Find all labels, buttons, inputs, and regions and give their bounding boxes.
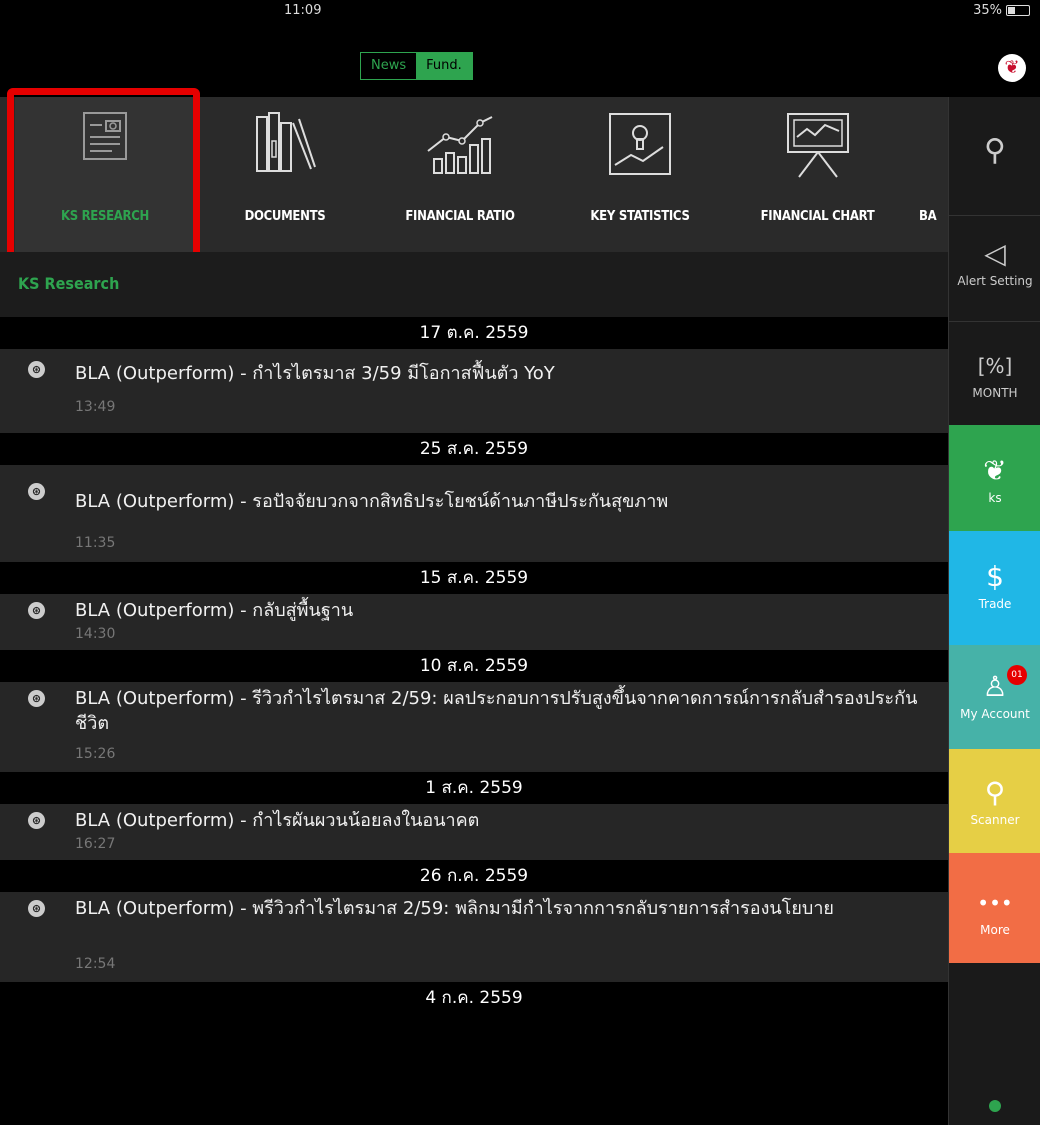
ks-logo-icon: ❦ [983, 454, 1007, 487]
toolbar-item-documents[interactable]: DOCUMENTS [205, 97, 365, 252]
battery-percent: 35% [973, 3, 1002, 18]
list-item[interactable]: ⊛ BLA (Outperform) - พรีวิวกำไรไตรมาส 2/… [0, 892, 948, 982]
toolbar-label: KEY STATISTICS [590, 209, 690, 224]
trade-label: Trade [978, 597, 1012, 611]
item-time: 13:49 [75, 399, 116, 415]
toolbar-label: DOCUMENTS [244, 209, 326, 224]
toolbar-item-ba[interactable]: BA [915, 97, 948, 252]
scanner-button[interactable]: ⚲ Scanner [949, 749, 1040, 853]
key-statistics-icon [607, 111, 673, 181]
financial-chart-icon [783, 111, 853, 185]
tab-news[interactable]: News [361, 53, 417, 79]
bullet-icon: ⊛ [28, 812, 45, 829]
date-header: 1 ส.ค. 2559 [0, 772, 948, 804]
status-time: 11:09 [284, 3, 322, 18]
item-time: 15:26 [75, 746, 116, 762]
tab-fund[interactable]: Fund. [416, 53, 472, 79]
calendar-icon: [%] [977, 354, 1013, 378]
kasikorn-logo-icon[interactable]: ❦ [998, 54, 1026, 82]
list-item[interactable]: ⊛ BLA (Outperform) - รีวิวกำไรไตรมาส 2/5… [0, 682, 948, 772]
connection-status-icon [989, 1100, 1001, 1112]
news-fund-toggle[interactable]: News Fund. [360, 52, 473, 80]
financial-ratio-icon [422, 111, 498, 179]
item-title: BLA (Outperform) - กำไรผันผวนน้อยลงในอนา… [75, 810, 480, 831]
search-button[interactable]: ⚲ [949, 97, 1040, 215]
alert-setting-label: Alert Setting [957, 274, 1033, 288]
toolbar-label: BA [919, 209, 937, 224]
bullet-icon: ⊛ [28, 602, 45, 619]
my-account-button[interactable]: ♙ My Account 01 [949, 645, 1040, 749]
more-button[interactable]: ••• More [949, 853, 1040, 963]
my-account-label: My Account [960, 707, 1030, 721]
date-header: 15 ส.ค. 2559 [0, 562, 948, 594]
trade-button[interactable]: $ Trade [949, 531, 1040, 645]
item-time: 14:30 [75, 626, 116, 642]
date-header: 25 ส.ค. 2559 [0, 433, 948, 465]
right-sidebar: ⚲ ◁ Alert Setting [%] MONTH ❦ ks $ Trade… [948, 97, 1040, 1125]
item-title: BLA (Outperform) - รีวิวกำไรไตรมาส 2/59:… [75, 688, 918, 734]
list-item[interactable]: ⊛ BLA (Outperform) - กำไรผันผวนน้อยลงในอ… [0, 804, 948, 860]
month-button[interactable]: [%] MONTH [949, 321, 1040, 426]
month-label: MONTH [972, 386, 1018, 400]
battery-icon [1006, 5, 1030, 16]
item-time: 11:35 [75, 535, 116, 551]
toolbar-label: FINANCIAL RATIO [405, 209, 515, 224]
date-header: 17 ต.ค. 2559 [0, 317, 948, 349]
bullet-icon: ⊛ [28, 361, 45, 378]
bullet-icon: ⊛ [28, 690, 45, 707]
research-list: 17 ต.ค. 2559 ⊛ BLA (Outperform) - กำไรไต… [0, 317, 948, 1125]
dollar-icon: $ [986, 560, 1004, 593]
list-item[interactable]: ⊛ BLA (Outperform) - รอปัจจัยบวกจากสิทธิ… [0, 465, 948, 562]
date-header: 10 ส.ค. 2559 [0, 650, 948, 682]
item-title: BLA (Outperform) - พรีวิวกำไรไตรมาส 2/59… [75, 898, 834, 919]
scanner-label: Scanner [970, 813, 1020, 827]
list-item[interactable]: ⊛ BLA (Outperform) - กำไรไตรมาส 3/59 มีโ… [0, 349, 948, 433]
alert-setting-button[interactable]: ◁ Alert Setting [949, 215, 1040, 322]
toolbar-label: FINANCIAL CHART [760, 209, 875, 224]
status-bar: 11:09 35% [0, 0, 1040, 22]
section-title: KS Research [18, 274, 120, 293]
toolbar-item-financial-chart[interactable]: FINANCIAL CHART [730, 97, 905, 252]
more-label: More [980, 923, 1010, 937]
scanner-icon: ⚲ [984, 776, 1006, 809]
search-icon: ⚲ [984, 133, 1006, 168]
item-title: BLA (Outperform) - กลับสู่พื้นฐาน [75, 600, 354, 621]
toolbar-item-financial-ratio[interactable]: FINANCIAL RATIO [370, 97, 550, 252]
toolbar-item-key-statistics[interactable]: KEY STATISTICS [560, 97, 720, 252]
date-header: 4 ก.ค. 2559 [0, 982, 948, 1014]
top-bar: News Fund. ❦ [0, 22, 1040, 97]
date-header: 26 ก.ค. 2559 [0, 860, 948, 892]
notification-badge: 01 [1007, 665, 1027, 685]
item-title: BLA (Outperform) - รอปัจจัยบวกจากสิทธิปร… [75, 491, 669, 512]
speaker-icon: ◁ [984, 237, 1006, 270]
bullet-icon: ⊛ [28, 900, 45, 917]
highlight-box [7, 88, 200, 263]
list-item[interactable]: ⊛ BLA (Outperform) - กลับสู่พื้นฐาน 14:3… [0, 594, 948, 650]
battery-indicator: 35% [973, 3, 1030, 18]
item-time: 12:54 [75, 956, 116, 972]
bullet-icon: ⊛ [28, 483, 45, 500]
documents-icon [253, 111, 317, 179]
item-time: 16:27 [75, 836, 116, 852]
item-title: BLA (Outperform) - กำไรไตรมาส 3/59 มีโอก… [75, 363, 555, 384]
ks-button[interactable]: ❦ ks [949, 425, 1040, 531]
section-header: KS Research [0, 252, 948, 317]
more-dots-icon: ••• [977, 891, 1013, 915]
ks-label: ks [988, 491, 1002, 505]
